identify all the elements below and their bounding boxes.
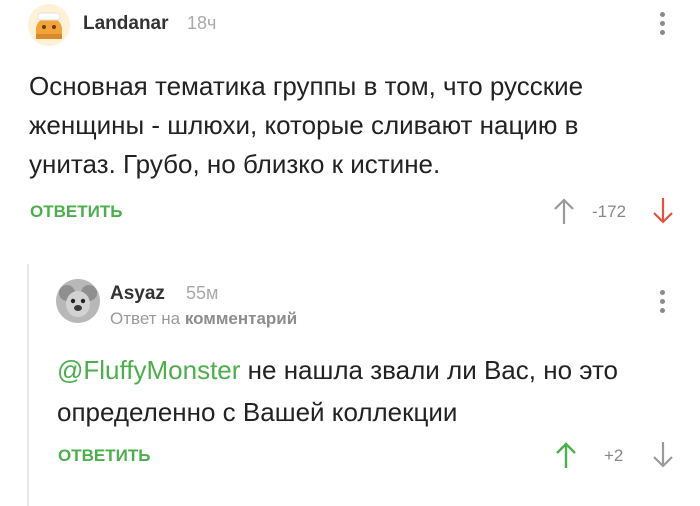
reply-button[interactable]: ОТВЕТИТЬ (30, 202, 122, 222)
reply-score: +2 (604, 446, 624, 465)
reply-button[interactable]: ОТВЕТИТЬ (58, 446, 150, 466)
user-mention[interactable]: @FluffyMonster (57, 355, 240, 385)
downvote-icon[interactable] (650, 196, 676, 231)
upvote-icon[interactable] (553, 440, 579, 475)
more-options-icon[interactable] (652, 12, 672, 52)
reply-to-link[interactable]: комментарий (185, 309, 297, 328)
reply-to-line: Ответ на комментарий (110, 309, 297, 329)
comment: Landanar 18ч Основная тематика группы в … (0, 0, 700, 250)
avatar[interactable] (28, 4, 70, 46)
reply-avatar[interactable] (56, 279, 100, 323)
reply-to-prefix: Ответ на (110, 309, 181, 328)
downvote-icon[interactable] (650, 440, 676, 475)
comment-author[interactable]: Landanar (83, 13, 169, 35)
more-options-icon[interactable] (652, 290, 672, 330)
comment-score: -172 (592, 202, 627, 221)
upvote-icon[interactable] (551, 196, 577, 231)
reply-author[interactable]: Asyaz (110, 283, 165, 305)
comment-text: Основная тематика группы в том, что русс… (29, 71, 584, 179)
comment-time: 18ч (187, 13, 217, 33)
reply-text: @FluffyMonster не нашла звали ли Вас, но… (57, 349, 677, 433)
reply-time: 55м (186, 283, 219, 303)
thread-line (27, 264, 29, 506)
